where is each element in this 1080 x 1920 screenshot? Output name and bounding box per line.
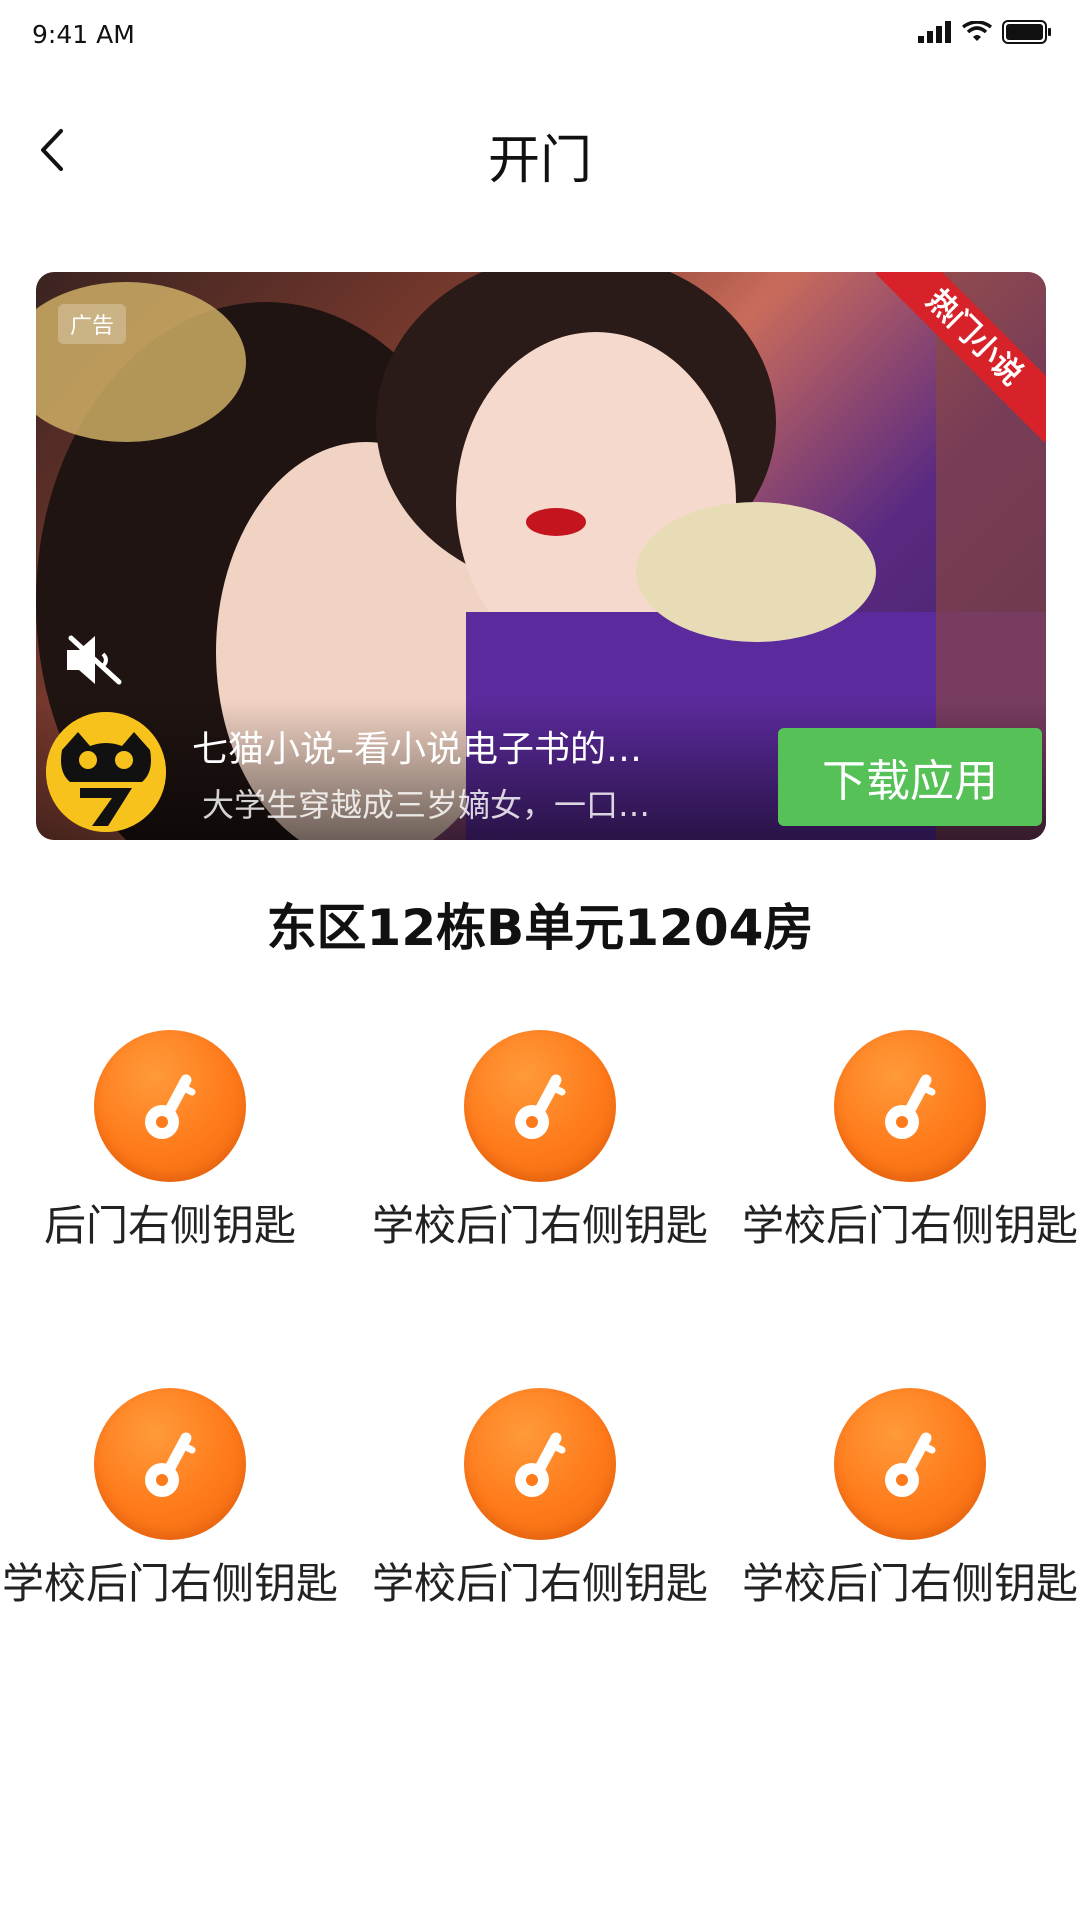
key-icon xyxy=(515,1432,566,1497)
key-icon xyxy=(885,1074,936,1139)
key-button[interactable] xyxy=(834,1030,986,1182)
hot-ribbon-label: 热门小说 xyxy=(876,272,1046,442)
signal-icon xyxy=(918,21,951,43)
key-item[interactable]: 学校后门右侧钥匙 xyxy=(0,1388,340,1610)
download-app-button[interactable]: 下载应用 xyxy=(778,728,1042,826)
key-button[interactable] xyxy=(464,1030,616,1182)
key-item[interactable]: 学校后门右侧钥匙 xyxy=(370,1388,710,1610)
key-label: 学校后门右侧钥匙 xyxy=(371,1201,708,1250)
hot-ribbon: 热门小说 xyxy=(876,272,1046,442)
key-button[interactable] xyxy=(94,1388,246,1540)
key-item[interactable]: 后门右侧钥匙 xyxy=(0,1030,340,1252)
key-label: 学校后门右侧钥匙 xyxy=(741,1201,1078,1250)
key-button[interactable] xyxy=(834,1388,986,1540)
key-button[interactable] xyxy=(94,1030,246,1182)
key-item[interactable]: 学校后门右侧钥匙 xyxy=(740,1030,1080,1252)
page-title: 开门 xyxy=(487,131,592,191)
key-icon xyxy=(885,1432,936,1497)
status-time: 9:41 AM xyxy=(32,20,135,49)
key-label: 学校后门右侧钥匙 xyxy=(1,1559,338,1608)
key-icon xyxy=(145,1432,196,1497)
ad-subtitle: 大学生穿越成三岁嫡女，一口… xyxy=(202,786,651,824)
battery-icon xyxy=(1002,20,1051,44)
key-item[interactable]: 学校后门右侧钥匙 xyxy=(740,1388,1080,1610)
key-label: 学校后门右侧钥匙 xyxy=(741,1559,1078,1608)
app-logo xyxy=(46,712,166,832)
mute-button[interactable] xyxy=(54,620,134,700)
key-label: 学校后门右侧钥匙 xyxy=(371,1559,708,1608)
key-button[interactable] xyxy=(464,1388,616,1540)
ad-title: 七猫小说–看小说电子书的… xyxy=(192,729,643,770)
status-icons xyxy=(918,20,1052,44)
ad-banner[interactable]: 广告 热门小说 七猫小说–看小说电子书的… 大学生穿越成三岁嫡女，一口… 下载应… xyxy=(36,272,1046,840)
key-icon xyxy=(515,1074,566,1139)
key-item[interactable]: 学校后门右侧钥匙 xyxy=(370,1030,710,1252)
key-label: 后门右侧钥匙 xyxy=(43,1201,296,1250)
status-bar: 9:41 AM xyxy=(0,0,1080,70)
ad-label: 广告 xyxy=(58,304,127,344)
cat-logo-icon xyxy=(46,712,166,832)
mute-icon xyxy=(67,635,122,685)
wifi-icon xyxy=(962,21,992,41)
room-title: 东区12栋B单元1204房 xyxy=(266,899,814,957)
key-icon xyxy=(145,1074,196,1139)
